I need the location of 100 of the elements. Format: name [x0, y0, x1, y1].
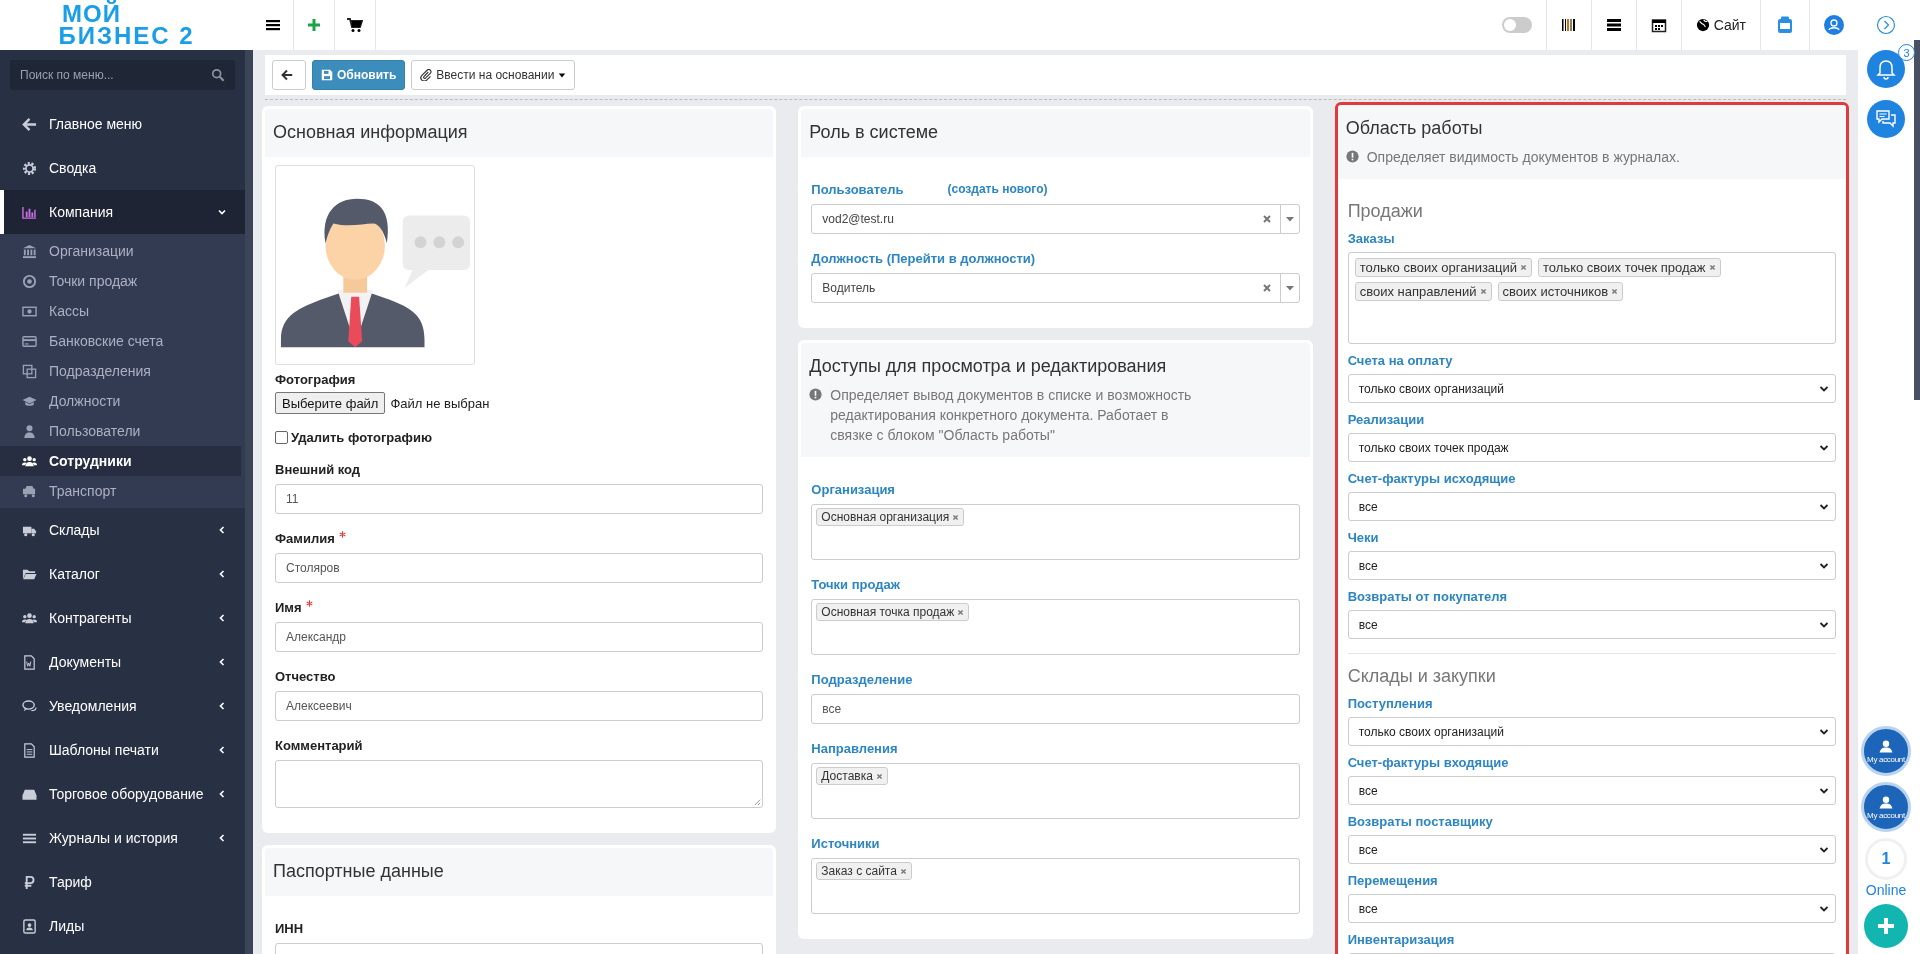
remove-icon[interactable] — [1708, 264, 1716, 271]
panel-title: Область работы — [1345, 117, 1484, 140]
field-label: Источники — [811, 835, 880, 852]
input-field[interactable]: Александр — [275, 622, 764, 652]
notifications-button[interactable] — [1867, 50, 1905, 88]
menu-search-field[interactable]: Поиск по меню... — [10, 60, 235, 90]
remove-icon[interactable] — [1479, 288, 1487, 295]
dropdown[interactable]: все — [1347, 894, 1836, 923]
tags-field[interactable]: Основная точка продаж — [811, 599, 1300, 655]
users-icon — [22, 453, 37, 469]
tags-field[interactable]: Основная организация — [811, 504, 1300, 560]
tags-field[interactable]: только своих организаций только своих точек продаж своих направлений своих источников — [1347, 252, 1836, 344]
input-field[interactable]: 11 — [275, 484, 764, 514]
account-button[interactable]: My account — [1861, 782, 1911, 832]
clear-icon[interactable] — [1261, 214, 1272, 224]
tag[interactable]: Основная точка продаж — [816, 603, 970, 621]
sidebar-item[interactable]: Уведомления — [0, 684, 245, 728]
checkbox[interactable] — [275, 431, 288, 444]
dropdown[interactable]: все — [1347, 551, 1836, 580]
field-label: Фамилия — [275, 530, 335, 547]
create-new-link[interactable]: (создать нового) — [947, 181, 1048, 198]
panel-title: Основная информация — [273, 121, 469, 144]
dropdown[interactable]: все — [1347, 492, 1836, 521]
logo-text: БИЗНЕС 2 — [58, 25, 195, 47]
sidebar-item[interactable]: Компания — [0, 190, 245, 234]
sidebar-subitem[interactable]: Банковские счета — [0, 326, 245, 356]
remove-icon[interactable] — [1520, 264, 1528, 271]
input-field[interactable]: Алексеевич — [275, 691, 764, 721]
user-silhouette-icon — [1878, 738, 1894, 755]
sidebar-item[interactable]: Документы — [0, 640, 245, 684]
dropdown[interactable]: все — [1347, 835, 1836, 864]
create-based-on-dropdown[interactable]: Ввести на основании — [411, 60, 576, 90]
sidebar-item[interactable]: Сводка — [0, 146, 245, 190]
tags-field[interactable]: Заказ с сайта — [811, 858, 1300, 914]
tag[interactable]: своих источников — [1497, 282, 1624, 301]
refresh-button[interactable]: Обновить — [312, 60, 406, 90]
field-label: Реализации — [1347, 411, 1425, 428]
arrow-left-icon — [22, 116, 37, 132]
dropdown[interactable]: все — [1347, 776, 1836, 805]
info-icon — [809, 388, 823, 401]
tag[interactable]: Доставка — [816, 767, 888, 785]
back-button[interactable] — [272, 60, 306, 90]
info-icon — [1345, 150, 1359, 163]
online-label: Online — [1865, 882, 1907, 898]
section-heading: Продажи — [1347, 201, 1424, 222]
messages-button[interactable] — [1867, 100, 1905, 138]
sidebar-item[interactable]: Лиды — [0, 904, 245, 948]
sidebar-item[interactable]: Главное меню — [0, 102, 245, 146]
field-label: Счет-фактуры исходящие — [1347, 470, 1516, 487]
tag[interactable]: Заказ с сайта — [816, 862, 912, 880]
toggle-switch[interactable] — [1501, 17, 1532, 33]
file-status: Файл не выбран — [390, 395, 490, 411]
sidebar-item[interactable]: Шаблоны печати — [0, 728, 245, 772]
dropdown[interactable]: Водитель — [811, 273, 1300, 303]
sidebar-item[interactable]: Тариф — [0, 860, 245, 904]
sidebar-subitem[interactable]: Точки продаж — [0, 266, 245, 296]
chevron-right-circle-icon — [1876, 15, 1896, 35]
sidebar-subitem[interactable]: Кассы — [0, 296, 245, 326]
dropdown[interactable]: только своих точек продаж — [1347, 433, 1836, 462]
account-button[interactable]: My account — [1861, 726, 1911, 776]
field-label: Перемещения — [1347, 872, 1438, 889]
sidebar-item[interactable]: Журналы и история — [0, 816, 245, 860]
sidebar-subitem[interactable]: Подразделения — [0, 356, 245, 386]
sidebar-subitem[interactable]: Пользователи — [0, 416, 245, 446]
add-button[interactable] — [1864, 904, 1908, 948]
sidebar-item[interactable]: Торговое оборудование — [0, 772, 245, 816]
remove-icon[interactable] — [875, 772, 883, 780]
menu-icon — [265, 17, 281, 33]
choose-file-button[interactable]: Выберите файл — [275, 392, 386, 414]
dropdown[interactable]: vod2@test.ru — [811, 204, 1300, 234]
comment-field[interactable] — [275, 760, 764, 808]
tag[interactable]: только своих организаций — [1354, 258, 1533, 277]
remove-icon[interactable] — [952, 513, 960, 521]
sidebar-subitem[interactable]: Транспорт — [0, 476, 245, 506]
tag[interactable]: своих направлений — [1354, 282, 1492, 301]
credit-card-icon — [22, 333, 37, 349]
clear-icon[interactable] — [1261, 283, 1272, 293]
sidebar-item[interactable]: Контрагенты — [0, 596, 245, 640]
input-field[interactable]: Столяров — [275, 553, 764, 583]
input-field[interactable]: все — [811, 694, 1300, 724]
field-label: Поступления — [1347, 695, 1433, 712]
remove-icon[interactable] — [957, 608, 965, 616]
sidebar-subitem[interactable]: Должности — [0, 386, 245, 416]
tag[interactable]: Основная организация — [816, 508, 965, 526]
dropdown[interactable]: только своих организаций — [1347, 717, 1836, 746]
sidebar-item[interactable]: Склады — [0, 508, 245, 552]
dropdown[interactable]: все — [1347, 610, 1836, 639]
sidebar-subitem[interactable]: Сотрудники — [0, 446, 241, 476]
remove-icon[interactable] — [899, 867, 907, 875]
sidebar-item[interactable]: Каталог — [0, 552, 245, 596]
remove-icon[interactable] — [1611, 288, 1619, 295]
tag-text: Заказ с сайта — [821, 864, 897, 878]
user-avatar-icon — [1824, 15, 1844, 35]
sidebar-subitem[interactable]: Организации — [0, 236, 245, 266]
tags-field[interactable]: Доставка — [811, 763, 1300, 819]
scrollbar-thumb[interactable] — [1914, 40, 1920, 400]
tag[interactable]: только своих точек продаж — [1538, 258, 1721, 277]
copy-icon — [22, 363, 37, 379]
user-icon — [22, 423, 37, 439]
dropdown[interactable]: только своих организаций — [1347, 374, 1836, 403]
